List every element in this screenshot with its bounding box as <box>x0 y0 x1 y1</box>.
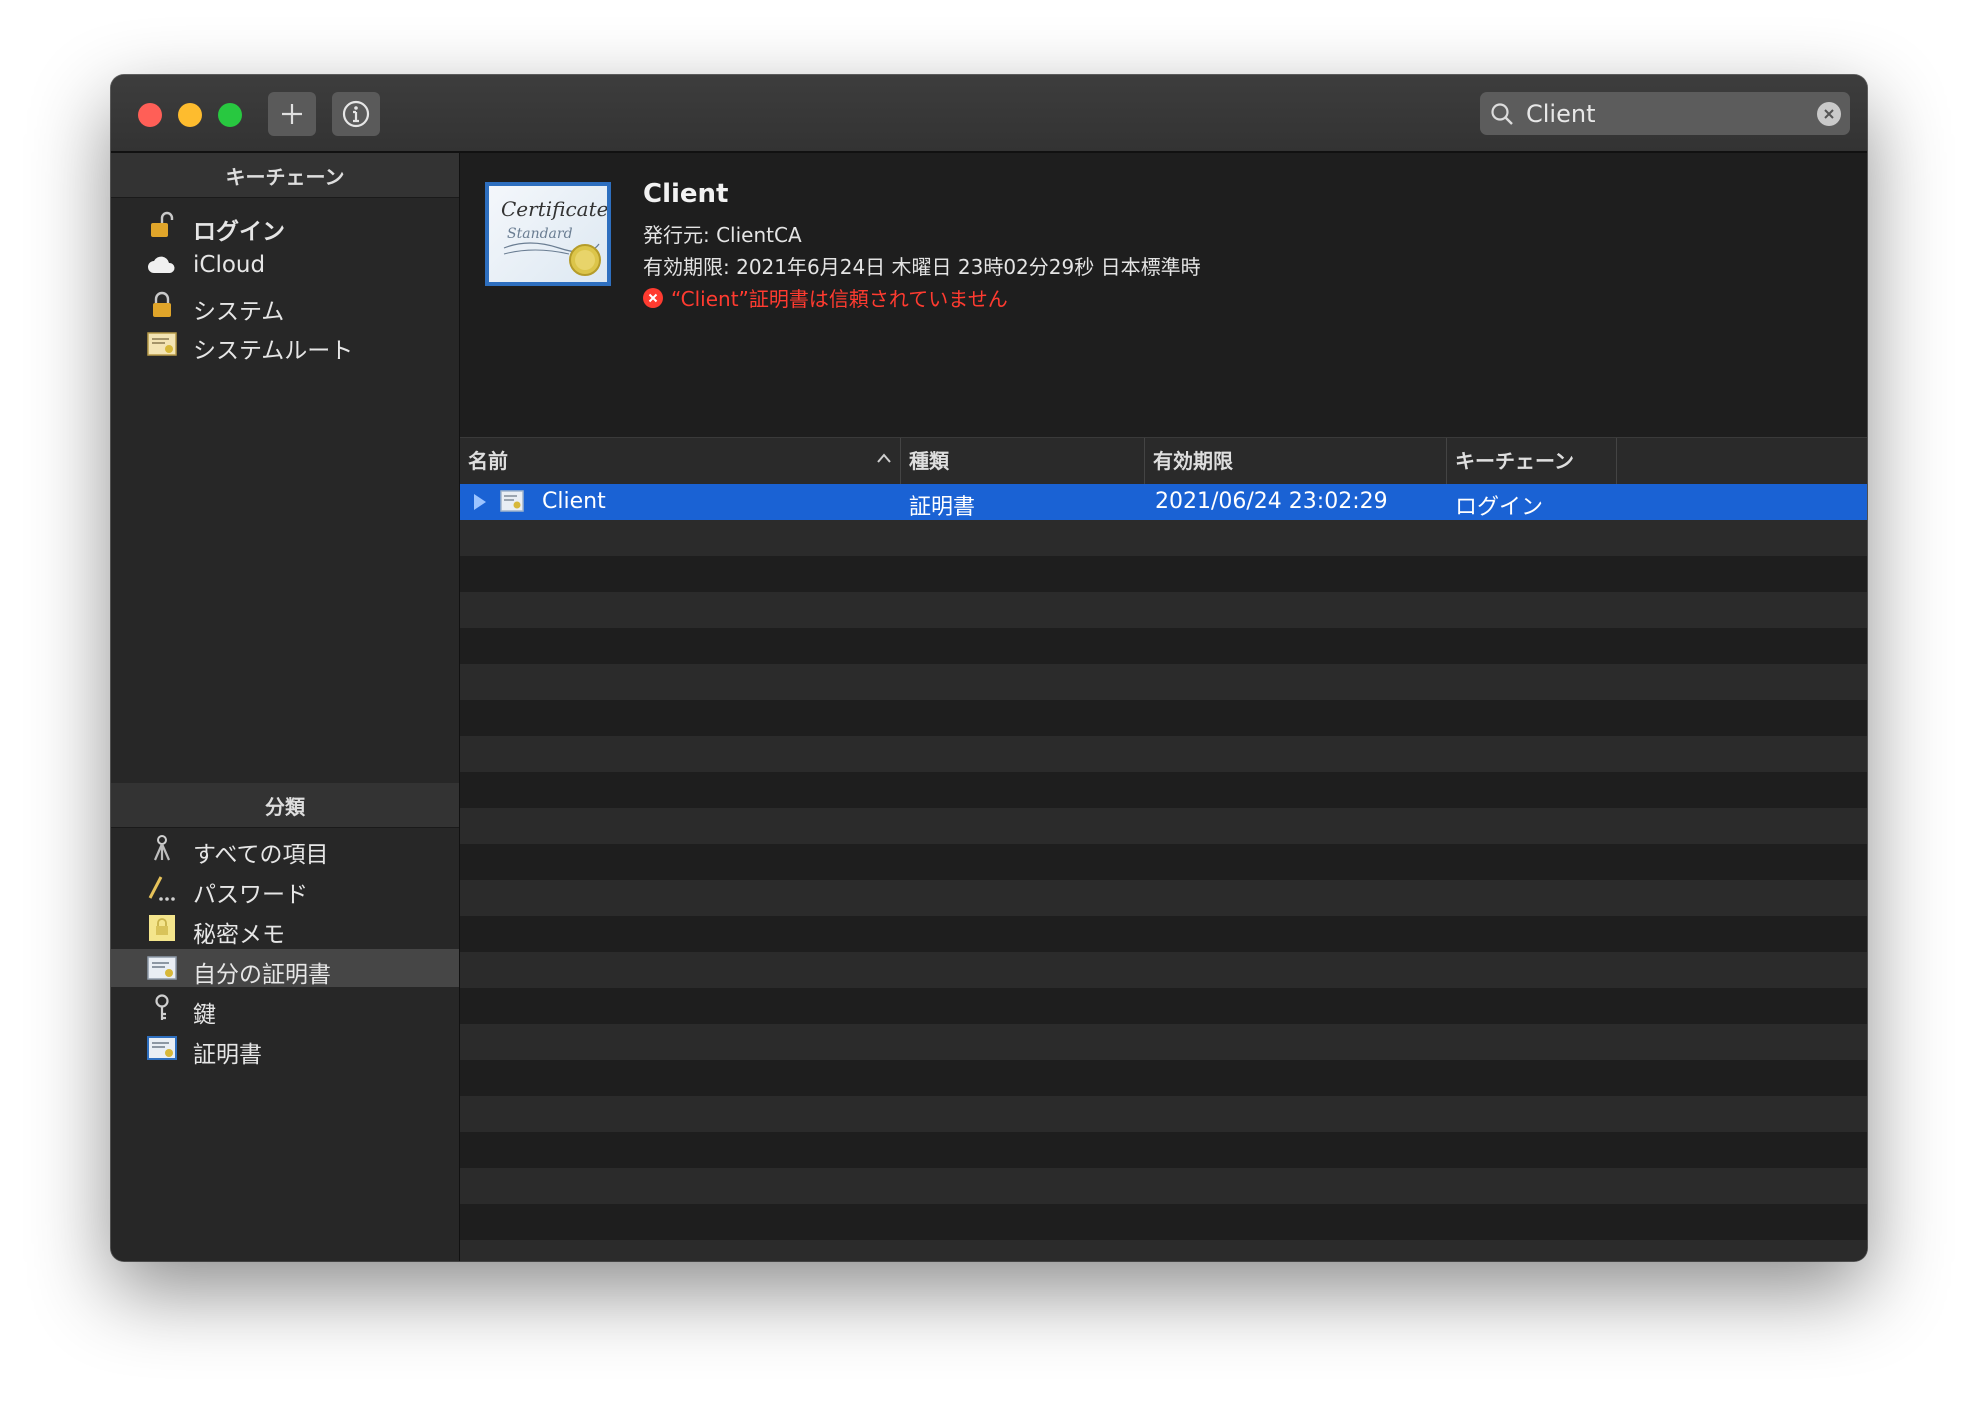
add-item-button[interactable] <box>268 92 316 136</box>
table-row-empty <box>460 808 1867 844</box>
table-row-empty <box>460 556 1867 592</box>
close-window-button[interactable] <box>138 103 162 127</box>
zoom-window-button[interactable] <box>218 103 242 127</box>
certificate-large-icon: Certificate Standard <box>485 182 611 286</box>
certificate-icon <box>500 490 524 512</box>
unlocked-padlock-icon <box>147 211 177 239</box>
clear-search-button[interactable] <box>1817 102 1841 126</box>
title-bar <box>111 75 1867 153</box>
keychains-header: キーチェーン <box>111 153 459 198</box>
secure-note-icon <box>147 914 177 942</box>
certificate-expiry: 有効期限: 2021年6月24日 木曜日 23時02分29秒 日本標準時 <box>643 255 1201 279</box>
sidebar: キーチェーン ログイン iCloud システム システムルート 分類 すべての項… <box>111 153 460 1261</box>
table-row-empty <box>460 520 1867 556</box>
search-field[interactable] <box>1480 92 1850 135</box>
table-row-empty <box>460 700 1867 736</box>
get-info-button[interactable] <box>332 92 380 136</box>
sidebar-item-icloud[interactable]: iCloud <box>111 246 459 284</box>
sidebar-item-system-root[interactable]: システムルート <box>111 325 459 364</box>
password-pencil-icon <box>147 874 177 902</box>
sidebar-item-secure-notes[interactable]: 秘密メモ <box>111 909 459 948</box>
table-row-empty <box>460 1024 1867 1060</box>
all-items-keys-icon <box>147 834 177 862</box>
certificate-subtext: Standard <box>507 226 573 242</box>
plus-icon <box>282 104 302 124</box>
table-row-empty <box>460 1240 1867 1261</box>
table-row-empty <box>460 736 1867 772</box>
table-row-empty <box>460 592 1867 628</box>
certificate-icon <box>147 1034 177 1062</box>
sidebar-item-passwords[interactable]: パスワード <box>111 869 459 908</box>
table-row-empty <box>460 1168 1867 1204</box>
table-row-empty <box>460 1132 1867 1168</box>
sort-ascending-icon <box>877 453 891 463</box>
search-icon <box>1491 103 1513 125</box>
row-keychain: ログイン <box>1455 495 1544 520</box>
info-icon <box>342 100 370 128</box>
cloud-icon <box>147 251 177 279</box>
certificate-title: Client <box>643 179 729 209</box>
certificate-issuer: 発行元: ClientCA <box>643 223 802 247</box>
sidebar-item-keys[interactable]: 鍵 <box>111 989 459 1028</box>
column-header-empty <box>1616 438 1867 484</box>
sidebar-item-system[interactable]: システム <box>111 286 459 325</box>
error-icon <box>643 287 663 308</box>
search-input[interactable] <box>1524 98 1808 130</box>
table-row-empty <box>460 880 1867 916</box>
category-header: 分類 <box>111 783 459 828</box>
table-row-empty <box>460 1204 1867 1240</box>
table-row-empty <box>460 916 1867 952</box>
table-header: 名前 種類 有効期限 キーチェーン <box>460 437 1867 485</box>
table-row-empty <box>460 988 1867 1024</box>
row-expires: 2021/06/24 23:02:29 <box>1155 489 1388 514</box>
root-certificate-icon <box>147 330 177 358</box>
main-pane: Certificate Standard Client 発行元: ClientC… <box>460 153 1867 1261</box>
column-header-expires[interactable]: 有効期限 <box>1144 438 1446 484</box>
items-table: Client 証明書 2021/06/24 23:02:29 ログイン <box>460 484 1867 1261</box>
table-row-empty <box>460 844 1867 880</box>
minimize-window-button[interactable] <box>178 103 202 127</box>
row-kind: 証明書 <box>909 495 976 520</box>
keychain-window: キーチェーン ログイン iCloud <box>111 75 1867 1261</box>
row-name: Client <box>542 489 606 514</box>
sidebar-item-my-certificates[interactable]: 自分の証明書 <box>111 949 459 988</box>
table-row-empty <box>460 772 1867 808</box>
my-certificate-icon <box>147 954 177 982</box>
column-header-kind[interactable]: 種類 <box>900 438 1144 484</box>
column-header-name[interactable]: 名前 <box>460 438 900 484</box>
certificate-text: Certificate <box>501 197 607 221</box>
column-header-keychain[interactable]: キーチェーン <box>1446 438 1616 484</box>
trust-warning: “Client”証明書は信頼されていません <box>643 283 1008 312</box>
padlock-icon <box>147 291 177 319</box>
table-row[interactable]: Client 証明書 2021/06/24 23:02:29 ログイン <box>460 484 1867 520</box>
key-icon <box>147 994 177 1022</box>
trust-warning-text: “Client”証明書は信頼されていません <box>671 287 1008 311</box>
table-row-empty <box>460 1060 1867 1096</box>
sidebar-item-login[interactable]: ログイン <box>111 206 459 245</box>
disclosure-triangle-icon[interactable] <box>472 493 488 511</box>
table-row-empty <box>460 664 1867 700</box>
table-row-empty <box>460 628 1867 664</box>
clear-icon <box>1824 109 1834 119</box>
sidebar-item-certificates[interactable]: 証明書 <box>111 1029 459 1068</box>
table-row-empty <box>460 1096 1867 1132</box>
sidebar-item-all-items[interactable]: すべての項目 <box>111 829 459 868</box>
table-row-empty <box>460 952 1867 988</box>
